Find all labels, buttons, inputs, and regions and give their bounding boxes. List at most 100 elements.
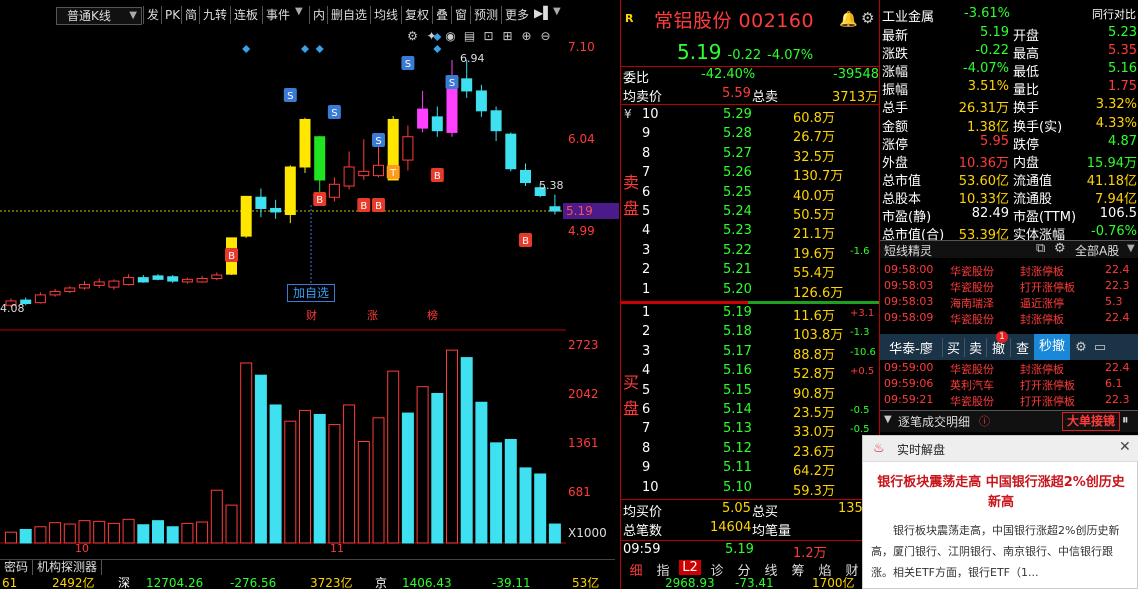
order-level-row[interactable]: 9 5.28 26.7万 bbox=[621, 126, 880, 145]
order-level-row[interactable]: 1 5.19 11.6万 +3.1 bbox=[621, 305, 880, 324]
order-level-row[interactable]: 5 5.24 50.5万 bbox=[621, 204, 880, 223]
gear-icon[interactable]: ⚙ bbox=[861, 9, 874, 27]
order-level-index: 7 bbox=[642, 165, 651, 181]
marker-limit-up[interactable]: 涨 bbox=[367, 307, 378, 323]
tab-password[interactable]: 密码 bbox=[0, 560, 34, 575]
add-watchlist-button[interactable]: 加自选 bbox=[287, 284, 335, 302]
avg-buy-value: 5.05 bbox=[722, 501, 751, 516]
stat-value: 5.19 bbox=[980, 25, 1009, 40]
volume-axis-label: 1361 bbox=[568, 436, 599, 450]
quick-cancel-button[interactable]: 秒撤 bbox=[1034, 334, 1070, 360]
news-title: 短线精灵 bbox=[884, 244, 933, 258]
chevron-down-icon[interactable]: ▼ bbox=[1127, 243, 1135, 254]
order-level-row[interactable]: 2 5.18 103.8万 -1.3 bbox=[621, 324, 880, 343]
order-level-row[interactable]: 7 5.13 33.0万 -0.5 bbox=[621, 421, 880, 440]
news-item[interactable]: 09:58:03 华瓷股份 打开涨停板 22.3 bbox=[880, 278, 1138, 294]
orderbook-tab[interactable]: L2 bbox=[679, 560, 701, 575]
order-level-row[interactable]: 7 5.26 130.7万 bbox=[621, 165, 880, 184]
order-level-row[interactable]: 4 5.23 21.1万 bbox=[621, 223, 880, 242]
order-level-row[interactable]: 5 5.15 90.8万 bbox=[621, 383, 880, 402]
orderbook-tab[interactable]: 分 bbox=[733, 560, 755, 579]
news-item[interactable]: 09:58:09 华瓷股份 封涨停板 22.4 bbox=[880, 310, 1138, 326]
cancel-order-button[interactable]: 撤 1 bbox=[986, 330, 1010, 357]
orderbook-tab[interactable]: 财 bbox=[841, 560, 863, 579]
order-level-row[interactable]: 9 5.11 64.2万 bbox=[621, 460, 880, 479]
order-level-row[interactable]: 3 5.22 19.6万 -1.6 bbox=[621, 243, 880, 262]
order-level-price: 5.14 bbox=[723, 402, 752, 417]
bell-icon[interactable]: 🔔 bbox=[839, 10, 858, 28]
marker-rank[interactable]: 榜 bbox=[427, 307, 438, 323]
stock-title: 常铝股份 002160 bbox=[654, 10, 815, 32]
stat-row: 涨停 5.95 跌停 4.87 bbox=[880, 134, 1138, 153]
candle bbox=[284, 166, 296, 216]
gear-icon[interactable]: ⚙ bbox=[1054, 241, 1066, 256]
volume-bar bbox=[152, 520, 164, 544]
orderbook-tab[interactable]: 线 bbox=[760, 560, 782, 579]
order-level-row[interactable]: 8 5.12 23.6万 bbox=[621, 441, 880, 460]
query-button[interactable]: 查 bbox=[1010, 337, 1034, 357]
pause-icon[interactable]: ⏸ bbox=[1122, 413, 1129, 428]
big-order-button[interactable]: 大单接镜 bbox=[1062, 412, 1120, 431]
news-item[interactable]: 09:59:21 华瓷股份 打开涨停板 22.3 bbox=[880, 392, 1138, 408]
close-icon[interactable]: ✕ bbox=[1119, 439, 1131, 455]
order-level-row[interactable]: 4 5.16 52.8万 +0.5 bbox=[621, 363, 880, 382]
orderbook-tab[interactable]: 焰 bbox=[814, 560, 836, 579]
news-item[interactable]: 09:59:00 华瓷股份 封涨停板 22.4 bbox=[880, 360, 1138, 376]
order-level-row[interactable]: 3 5.17 88.8万 -10.6 bbox=[621, 344, 880, 363]
candle bbox=[240, 195, 252, 237]
order-level-volume: 23.6万 bbox=[793, 444, 835, 460]
volume-bar bbox=[401, 412, 414, 544]
candle bbox=[270, 207, 282, 213]
signal-badge: B bbox=[225, 248, 238, 262]
kline-svg[interactable]: BSBSB BSTSBSB bbox=[0, 0, 566, 560]
volume-bar bbox=[504, 438, 517, 544]
peer-compare-link[interactable]: 同行对比 bbox=[1092, 6, 1136, 22]
orderbook-tab[interactable]: 指 bbox=[652, 560, 674, 579]
status-value: 12704.26 bbox=[146, 577, 204, 589]
window-icon[interactable]: ▭ bbox=[1092, 340, 1108, 355]
orderbook-tab[interactable]: 细 bbox=[625, 560, 647, 579]
volume-bar bbox=[446, 349, 458, 544]
popout-icon[interactable]: ⧉ bbox=[1036, 241, 1045, 256]
marker-finance[interactable]: 财 bbox=[306, 307, 317, 323]
orderbook-tab[interactable]: 诊 bbox=[706, 560, 728, 579]
popup-headline[interactable]: 银行板块震荡走高 中国银行涨超2%创历史新高 bbox=[871, 473, 1131, 513]
order-level-row[interactable]: 10 5.29 60.8万 bbox=[621, 107, 880, 126]
news-time: 09:59:21 bbox=[884, 393, 934, 406]
order-level-row[interactable]: 6 5.25 40.0万 bbox=[621, 185, 880, 204]
stat-label: 振幅 bbox=[882, 83, 909, 99]
candle bbox=[431, 116, 443, 132]
news-item[interactable]: 09:58:03 海南瑞泽 逼近涨停 5.3 bbox=[880, 294, 1138, 310]
orderbook-tab[interactable]: 筹 bbox=[787, 560, 809, 579]
buy-button[interactable]: 买 bbox=[942, 337, 964, 357]
volume-bar bbox=[240, 362, 253, 544]
stat-label: 涨幅 bbox=[882, 65, 909, 81]
chevron-down-icon[interactable]: ▼ bbox=[884, 414, 892, 425]
news-filter-select[interactable]: 全部A股 bbox=[1075, 242, 1119, 259]
sector-name[interactable]: 工业金属 bbox=[882, 6, 934, 25]
order-level-price: 5.11 bbox=[723, 460, 752, 476]
order-level-row[interactable]: 10 5.10 59.3万 bbox=[621, 480, 880, 499]
tab-institution-detector[interactable]: 机构探测器 bbox=[33, 560, 103, 575]
info-icon[interactable]: ⓘ bbox=[979, 413, 990, 429]
order-level-price: 5.19 bbox=[723, 305, 752, 320]
trade-account[interactable]: 华泰-廖 bbox=[880, 338, 942, 357]
order-level-row[interactable]: 6 5.14 23.5万 -0.5 bbox=[621, 402, 880, 421]
order-level-row[interactable]: 8 5.27 32.5万 bbox=[621, 146, 880, 165]
order-level-volume: 103.8万 bbox=[793, 328, 844, 344]
news-item[interactable]: 09:59:06 英利汽车 打开涨停板 6.1 bbox=[880, 376, 1138, 392]
avg-sell-row: 均卖价 5.59 总卖 3713万 bbox=[621, 86, 880, 105]
news-stock: 华瓷股份 bbox=[950, 281, 994, 294]
order-level-row[interactable]: 2 5.21 55.4万 bbox=[621, 262, 880, 281]
sell-button[interactable]: 卖 bbox=[964, 337, 986, 357]
order-level-volume: 88.8万 bbox=[793, 347, 835, 363]
stat-label: 跌停 bbox=[1013, 137, 1040, 153]
order-level-price: 5.17 bbox=[723, 343, 752, 359]
news-stock: 英利汽车 bbox=[950, 379, 994, 392]
gear-icon[interactable]: ⚙ bbox=[1070, 340, 1092, 355]
order-level-volume: 23.5万 bbox=[793, 406, 835, 421]
order-level-row[interactable]: 1 5.20 126.6万 bbox=[621, 282, 880, 301]
svg-text:B: B bbox=[228, 251, 235, 262]
news-item[interactable]: 09:58:00 华瓷股份 封涨停板 22.4 bbox=[880, 262, 1138, 278]
news-time: 09:58:03 bbox=[884, 279, 934, 292]
